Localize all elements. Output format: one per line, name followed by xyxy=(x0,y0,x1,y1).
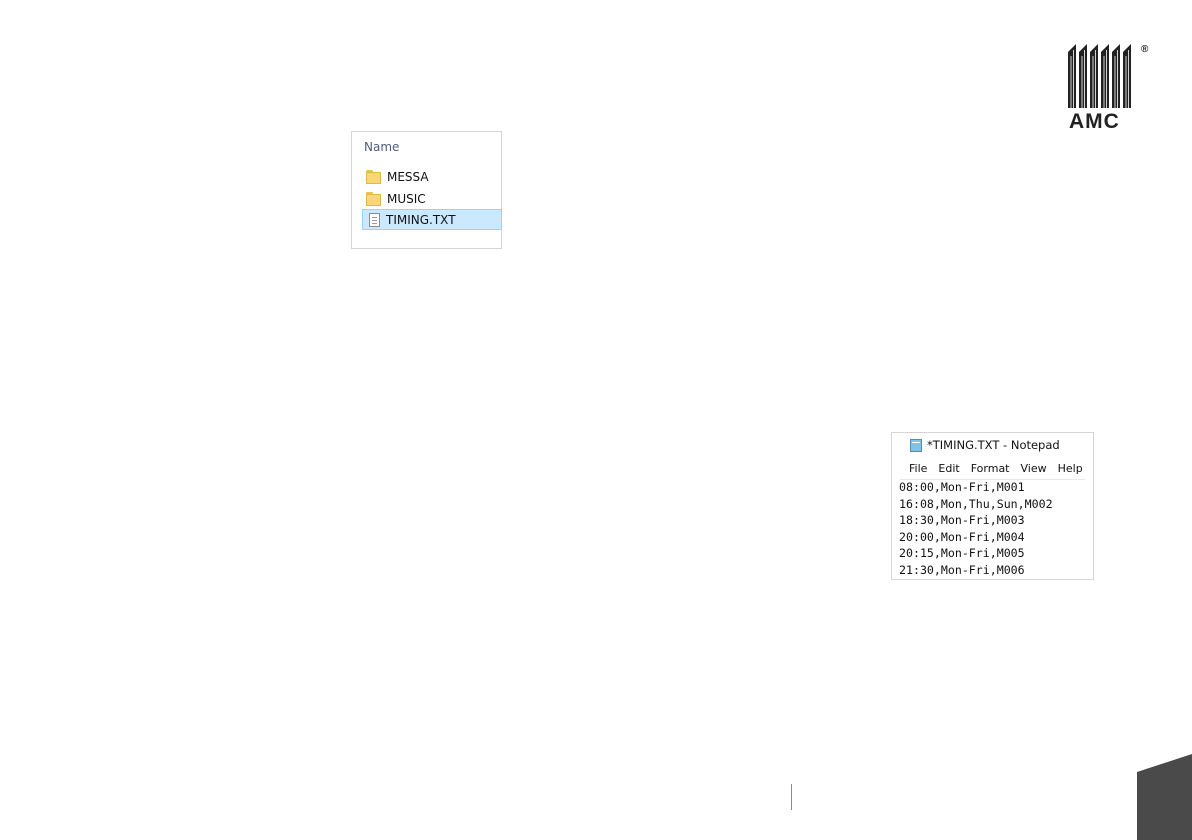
text-line: 20:00,Mon-Fri,M004 xyxy=(899,529,1025,544)
list-item-label: MESSA xyxy=(387,169,429,184)
notepad-icon xyxy=(910,438,922,452)
column-header-name[interactable]: Name xyxy=(364,140,399,154)
registered-mark: ® xyxy=(1141,44,1149,55)
text-editor-area[interactable]: 08:00,Mon-Fri,M001 16:08,Mon,Thu,Sun,M00… xyxy=(899,479,1053,579)
menu-edit[interactable]: Edit xyxy=(938,462,959,475)
window-title: *TIMING.TXT - Notepad xyxy=(927,438,1060,452)
menu-bar: File Edit Format View Help xyxy=(909,462,1094,475)
logo-text: AMC xyxy=(1069,110,1120,133)
notepad-window: *TIMING.TXT - Notepad File Edit Format V… xyxy=(891,432,1094,580)
text-line: 08:00,Mon-Fri,M001 xyxy=(899,480,1025,494)
file-explorer-list: Name MESSA MUSIC TIMING.TXT xyxy=(351,131,502,249)
folder-icon xyxy=(366,169,381,184)
list-item-label: TIMING.TXT xyxy=(386,212,456,227)
text-line: 18:30,Mon-Fri,M003 xyxy=(899,513,1025,528)
list-item-timing-txt[interactable]: TIMING.TXT xyxy=(362,209,502,230)
menu-file[interactable]: File xyxy=(909,462,927,475)
amc-logo: ® AMC xyxy=(1066,42,1154,134)
text-file-icon xyxy=(369,212,380,227)
list-item-label: MUSIC xyxy=(387,191,426,206)
text-line: 20:15,Mon-Fri,M005 xyxy=(899,546,1025,561)
menu-help[interactable]: Help xyxy=(1058,462,1083,475)
folder-icon xyxy=(366,191,381,206)
amc-logo-bars-icon xyxy=(1068,44,1131,108)
menu-format[interactable]: Format xyxy=(971,462,1010,475)
footer-divider xyxy=(791,784,792,810)
menu-view[interactable]: View xyxy=(1021,462,1047,475)
notepad-titlebar: *TIMING.TXT - Notepad xyxy=(910,438,1060,452)
page-corner-tab xyxy=(1137,754,1192,840)
list-item-music-folder[interactable]: MUSIC xyxy=(362,188,503,209)
list-item-messa-folder[interactable]: MESSA xyxy=(362,166,503,187)
text-line: 16:08,Mon,Thu,Sun,M002 xyxy=(899,496,1053,511)
text-line: 21:30,Mon-Fri,M006 xyxy=(899,562,1025,577)
